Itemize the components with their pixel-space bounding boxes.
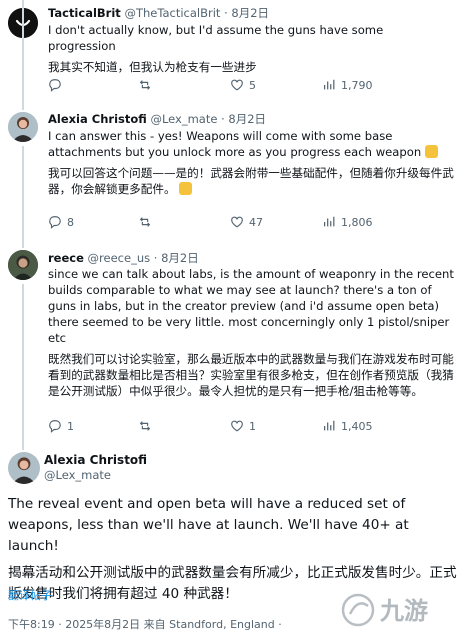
author-name[interactable]: Alexia Christofi <box>44 453 147 467</box>
like-button[interactable]: 1 <box>230 419 256 433</box>
translate-post-link[interactable]: 翻译帖子 <box>8 587 52 603</box>
view-count: 1,790 <box>341 78 373 92</box>
views-button[interactable]: 1,790 <box>322 78 373 92</box>
author-handle[interactable]: @reece_us <box>88 251 151 265</box>
reply-body: I don't actually know, but I'd assume th… <box>48 22 454 75</box>
reply-header: reece @reece_us · 8月2日 <box>48 250 199 266</box>
author-name[interactable]: Alexia Christofi <box>48 112 147 126</box>
author-handle[interactable]: @TheTacticalBrit <box>124 6 220 20</box>
reply-icon <box>49 79 61 92</box>
like-button[interactable]: 5 <box>230 78 256 92</box>
author-name[interactable]: TacticalBrit <box>48 6 121 20</box>
views-icon <box>324 420 335 431</box>
avatar[interactable] <box>8 452 40 484</box>
reply-header: TacticalBrit @TheTacticalBrit · 8月2日 <box>48 5 269 21</box>
watermark-logo: 九游 <box>340 590 460 630</box>
post-date[interactable]: · 8月2日 <box>154 251 199 265</box>
reply-header: Alexia Christofi @Lex_mate · 8月2日 <box>48 111 266 127</box>
view-count: 1,405 <box>341 419 373 433</box>
like-count: 5 <box>249 78 256 92</box>
watermark-text: 九游 <box>379 597 428 625</box>
heart-icon <box>231 420 243 432</box>
post-date[interactable]: · 8月2日 <box>221 112 266 126</box>
reply-button[interactable] <box>48 78 67 92</box>
thumbs-up-emoji <box>179 182 193 195</box>
text-english: I can answer this - yes! Weapons will co… <box>48 128 454 160</box>
retweet-button[interactable] <box>138 419 157 433</box>
reply-icon <box>49 216 61 229</box>
avatar[interactable] <box>8 250 38 280</box>
action-bar: 8 47 1,806 <box>48 215 428 231</box>
reply-count: 1 <box>67 419 74 433</box>
text-english: I don't actually know, but I'd assume th… <box>48 23 384 53</box>
text-chinese: 我其实不知道，但我认为枪支有一些进步 <box>48 60 257 74</box>
text-english: since we can talk about labs, is the amo… <box>48 267 454 345</box>
views-button[interactable]: 1,405 <box>322 419 373 433</box>
views-button[interactable]: 1,806 <box>322 215 373 229</box>
post-timestamp[interactable]: 下午8:19 · 2025年8月2日 来自 Standford, England… <box>8 616 282 632</box>
like-button[interactable]: 47 <box>230 215 263 229</box>
reply-count: 8 <box>67 215 74 229</box>
thumbs-up-emoji <box>424 145 438 158</box>
reply-button[interactable]: 8 <box>48 215 74 229</box>
action-bar: 5 1,790 <box>48 78 428 94</box>
views-icon <box>324 216 335 227</box>
reply-button[interactable]: 1 <box>48 419 74 433</box>
main-body: The reveal event and open beta will have… <box>8 494 460 605</box>
reply-icon <box>49 420 61 433</box>
heart-icon <box>231 216 243 228</box>
text-english: The reveal event and open beta will have… <box>8 496 409 554</box>
main-header: Alexia Christofi @Lex_mate <box>44 453 147 482</box>
action-bar: 1 1 1,405 <box>48 419 428 435</box>
text-chinese: 我可以回答这个问题——是的！武器会附带一些基础配件，但随着你升级每件武器，你会解… <box>48 166 454 196</box>
views-icon <box>324 79 335 90</box>
retweet-icon <box>139 80 151 90</box>
view-count: 1,806 <box>341 215 373 229</box>
reply-body: I can answer this - yes! Weapons will co… <box>48 128 454 197</box>
author-handle[interactable]: @Lex_mate <box>44 468 147 482</box>
heart-icon <box>231 79 243 91</box>
author-handle[interactable]: @Lex_mate <box>150 112 217 126</box>
like-count: 1 <box>249 419 256 433</box>
like-count: 47 <box>249 215 263 229</box>
retweet-button[interactable] <box>138 78 157 92</box>
reply-body: since we can talk about labs, is the amo… <box>48 266 454 399</box>
author-name[interactable]: reece <box>48 251 84 265</box>
retweet-button[interactable] <box>138 215 157 229</box>
retweet-icon <box>139 421 151 431</box>
post-date[interactable]: · 8月2日 <box>224 6 269 20</box>
avatar[interactable] <box>8 112 38 142</box>
retweet-icon <box>139 217 151 227</box>
text-chinese: 既然我们可以讨论实验室，那么最近版本中的武器数量与我们在游戏发布时可能看到的武器… <box>48 352 454 398</box>
